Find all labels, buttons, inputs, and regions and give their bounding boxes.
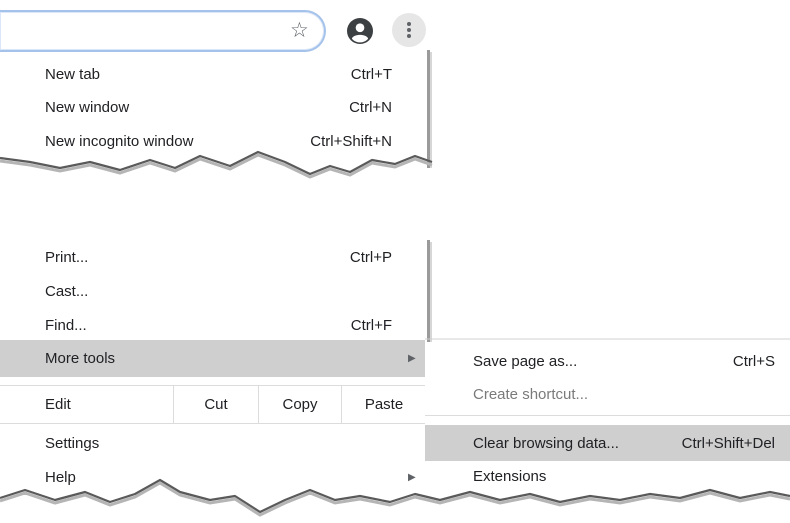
menu-item-label: More tools: [45, 350, 116, 367]
submenu-arrow-icon: ▶: [408, 353, 416, 364]
edit-label: Edit: [45, 396, 71, 413]
menu-item-label: Save page as...: [473, 353, 578, 370]
paste-button[interactable]: Paste: [342, 396, 426, 414]
menu-item-label: Create shortcut...: [473, 386, 589, 403]
menu-item-label: Cast...: [45, 283, 89, 300]
copy-button[interactable]: Copy: [259, 396, 341, 414]
menu-item-label: Find...: [45, 317, 87, 334]
cut-button[interactable]: Cut: [174, 396, 258, 414]
submenu-arrow-icon: ▶: [408, 472, 416, 483]
menu-divider: [0, 423, 425, 424]
menu-item-shortcut: Ctrl+Shift+Del: [681, 435, 775, 452]
menu-item-label: Extensions: [473, 468, 547, 485]
menu-item-shortcut: Ctrl+P: [349, 249, 392, 266]
menu-item-shortcut: Ctrl+S: [732, 353, 775, 370]
menu-divider: [0, 385, 425, 386]
bottom-menu-frame: [0, 240, 790, 517]
submenu-divider: [425, 415, 790, 416]
menu-item-label: Print...: [45, 249, 89, 266]
menu-item-shortcut: Ctrl+F: [350, 317, 392, 334]
menu-item-label: Clear browsing data...: [473, 435, 619, 452]
menu-item-label: Settings: [45, 435, 100, 452]
menu-item-label: Help: [45, 469, 76, 486]
